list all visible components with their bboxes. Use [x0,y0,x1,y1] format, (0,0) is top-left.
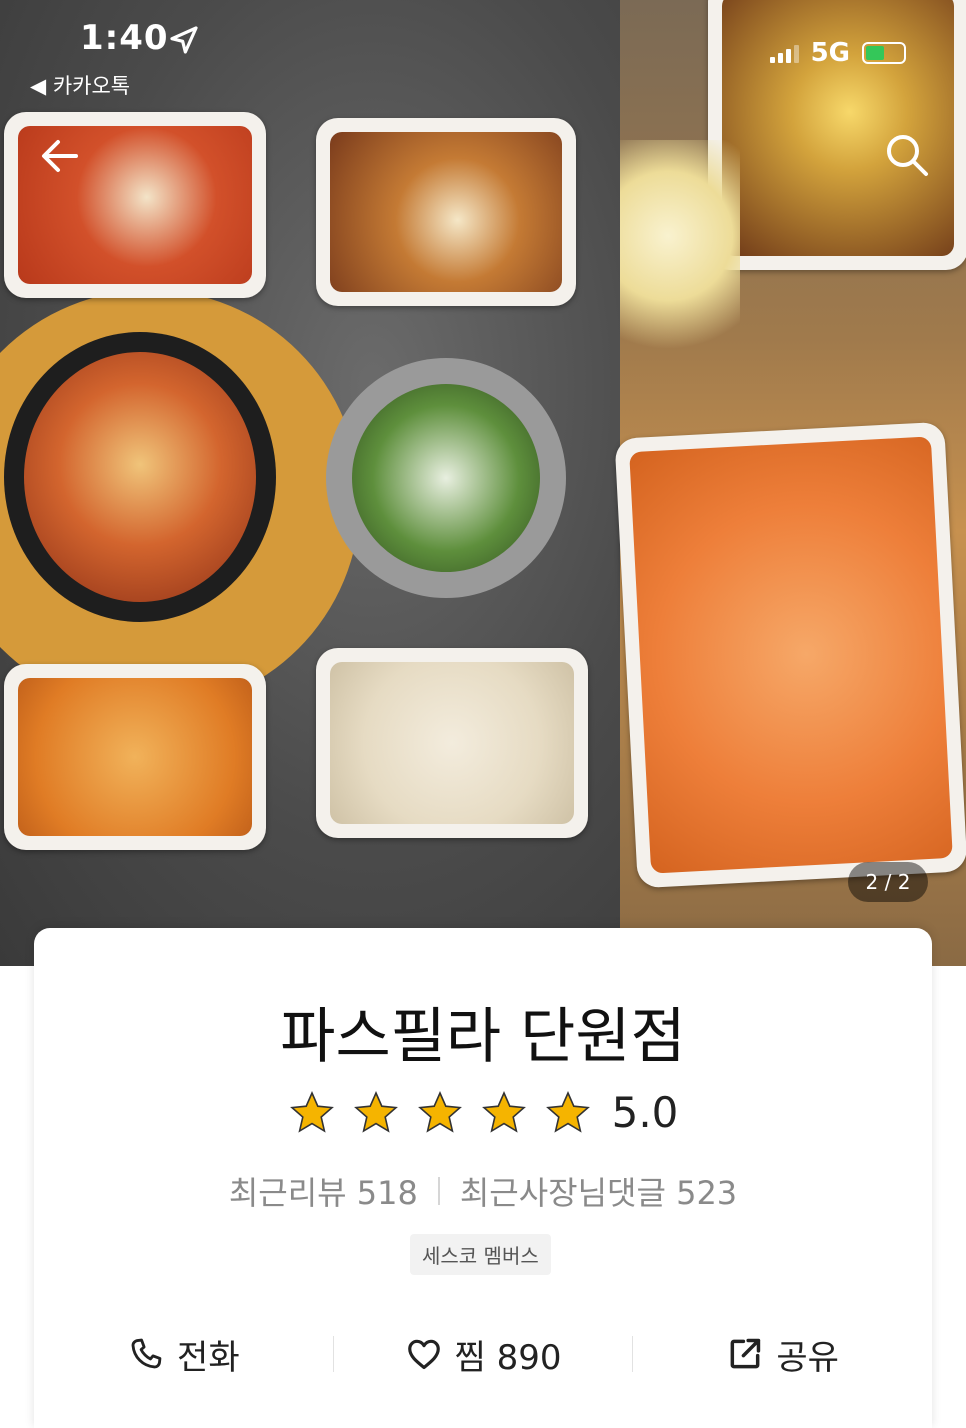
store-info-card: 파스필라 단원점 5.0 최근리뷰 518 최근사장님댓글 523 세스코 멤버… [34,928,932,1428]
rating-value: 5.0 [611,1088,679,1137]
rating-row: 5.0 [34,1088,932,1137]
return-to-app-link[interactable]: ◀ 카카오톡 [30,70,130,100]
like-label: 찜 890 [454,1337,562,1378]
star-icon [481,1090,526,1133]
search-icon[interactable] [882,130,932,180]
star-icon [353,1090,398,1133]
bowl-seafood-pasta [4,332,276,622]
food-photo-1 [0,0,620,966]
battery-icon [862,42,906,64]
recent-reviews-link[interactable]: 최근리뷰 518 [229,1168,418,1214]
cesco-member-badge: 세스코 멤버스 [410,1234,551,1275]
container-risotto [4,664,266,850]
container-cutlet [316,118,576,306]
call-button[interactable]: 전화 [34,1330,333,1379]
star-icon [417,1090,462,1133]
flower-decoration [620,140,740,380]
network-type: 5G [810,38,850,68]
bowl-salad [326,358,566,598]
like-button[interactable]: 찜 890 [334,1330,633,1379]
divider [437,1177,440,1205]
heart-icon [407,1339,440,1370]
phone-icon [131,1338,162,1369]
call-label: 전화 [177,1337,240,1378]
status-indicators: 5G [769,38,906,68]
owner-comments-link[interactable]: 최근사장님댓글 523 [460,1168,737,1214]
status-time: 1:40 [80,18,169,58]
star-icon [545,1090,590,1133]
share-icon [730,1338,761,1369]
location-arrow-icon [168,24,200,56]
action-bar: 전화 찜 890 공유 [34,1324,932,1384]
container-cream-pasta [316,648,588,838]
review-stats: 최근리뷰 518 최근사장님댓글 523 [34,1168,932,1214]
page-indicator: 2 / 2 [848,862,928,902]
star-icon [289,1090,334,1133]
container-rose-pasta [614,421,966,889]
photo-gallery[interactable]: 1:40 ◀ 카카오톡 5G 2 / 2 [0,0,966,966]
share-button[interactable]: 공유 [633,1330,932,1379]
back-arrow-icon[interactable] [36,132,84,180]
signal-icon [769,43,799,63]
share-label: 공유 [776,1337,839,1378]
store-name: 파스필라 단원점 [280,1002,686,1072]
